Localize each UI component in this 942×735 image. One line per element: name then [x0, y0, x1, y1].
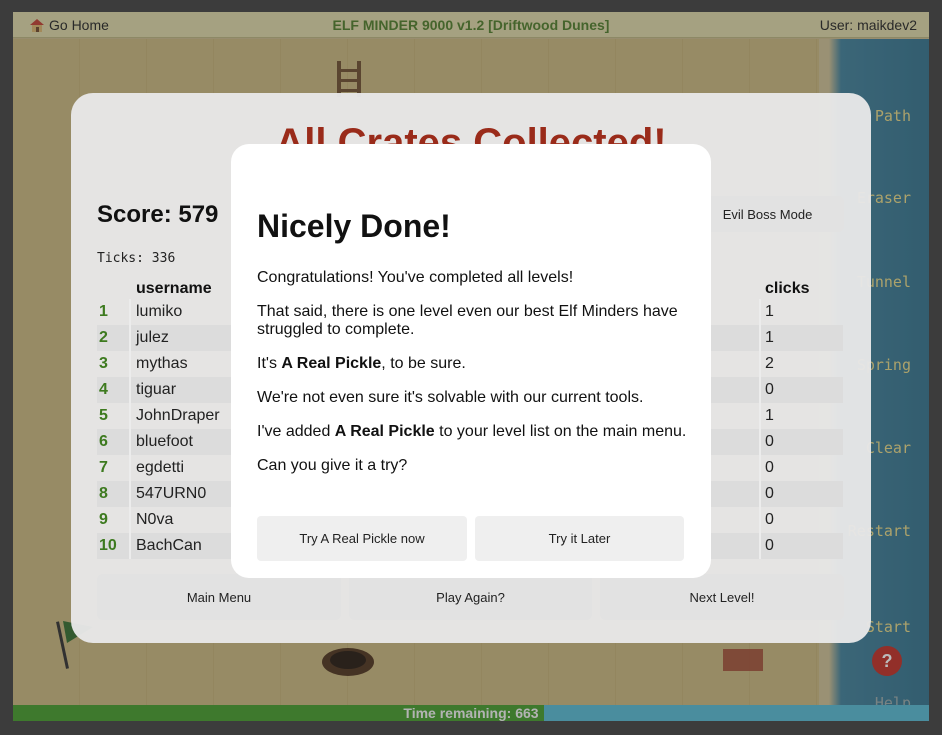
modal-paragraph: I've added A Real Pickle to your level l…	[257, 423, 697, 441]
clicks-cell: 0	[765, 459, 774, 476]
username-cell: bluefoot	[136, 433, 193, 450]
username-cell: julez	[136, 329, 169, 346]
rank-cell: 7	[99, 459, 108, 476]
ticks-label: Ticks: 336	[97, 251, 176, 266]
clicks-cell: 1	[765, 407, 774, 424]
column-divider	[129, 429, 131, 455]
level-name-emphasis: A Real Pickle	[281, 355, 382, 372]
username-cell: JohnDraper	[136, 407, 220, 424]
column-header-username: username	[136, 280, 212, 297]
column-divider	[129, 533, 131, 559]
column-divider	[759, 455, 761, 481]
column-divider	[129, 403, 131, 429]
modal-paragraph: Congratulations! You've completed all le…	[257, 269, 574, 286]
username-cell: tiguar	[136, 381, 177, 398]
modal-paragraph: That said, there is one level even our b…	[257, 303, 678, 338]
column-divider	[129, 507, 131, 533]
column-divider	[129, 481, 131, 507]
username-cell: BachCan	[136, 537, 202, 554]
next-level-button[interactable]: Next Level!	[600, 574, 844, 620]
modal-text: , to be sure.	[381, 355, 466, 372]
rank-cell: 2	[99, 329, 108, 346]
clicks-cell: 2	[765, 355, 774, 372]
rank-cell: 10	[99, 537, 117, 554]
username-cell: lumiko	[136, 303, 183, 320]
column-divider	[759, 403, 761, 429]
try-real-pickle-now-button[interactable]: Try A Real Pickle now	[257, 516, 467, 561]
column-divider	[129, 455, 131, 481]
rank-cell: 5	[99, 407, 108, 424]
clicks-cell: 1	[765, 329, 774, 346]
modal-paragraph: It's A Real Pickle, to be sure.	[257, 355, 697, 373]
column-divider	[129, 351, 131, 377]
username-cell: egdetti	[136, 459, 185, 476]
try-later-button[interactable]: Try it Later	[475, 516, 684, 561]
clicks-cell: 0	[765, 511, 774, 528]
main-menu-button[interactable]: Main Menu	[97, 574, 341, 620]
modal-paragraph: We're not even sure it's solvable with o…	[257, 389, 644, 406]
modal-title: Nicely Done!	[257, 208, 451, 244]
column-divider	[759, 377, 761, 403]
modal-text: I've added	[257, 423, 335, 440]
clicks-cell: 0	[765, 433, 774, 450]
modal-paragraph: Can you give it a try?	[257, 457, 408, 474]
column-divider	[759, 351, 761, 377]
completion-modal: Nicely Done! Congratulations! You've com…	[231, 144, 711, 578]
username-cell: N0va	[136, 511, 174, 528]
column-divider	[129, 299, 131, 325]
evil-boss-mode-button[interactable]: Evil Boss Mode	[691, 196, 844, 232]
clicks-cell: 0	[765, 485, 774, 502]
rank-cell: 8	[99, 485, 108, 502]
clicks-cell: 0	[765, 381, 774, 398]
rank-cell: 9	[99, 511, 108, 528]
rank-cell: 6	[99, 433, 108, 450]
column-divider	[759, 299, 761, 325]
rank-cell: 4	[99, 381, 108, 398]
column-divider	[759, 533, 761, 559]
clicks-cell: 0	[765, 537, 774, 554]
column-divider	[129, 377, 131, 403]
rank-cell: 3	[99, 355, 108, 372]
column-header-clicks: clicks	[765, 280, 810, 297]
modal-body: Congratulations! You've completed all le…	[257, 269, 697, 491]
column-divider	[759, 481, 761, 507]
rank-cell: 1	[99, 303, 108, 320]
modal-text: It's	[257, 355, 282, 372]
clicks-cell: 1	[765, 303, 774, 320]
column-divider	[759, 429, 761, 455]
column-divider	[759, 507, 761, 533]
level-name-emphasis: A Real Pickle	[334, 423, 435, 440]
modal-text: to your level list on the main menu.	[434, 423, 687, 440]
play-again-button[interactable]: Play Again?	[349, 574, 592, 620]
username-cell: mythas	[136, 355, 188, 372]
username-cell: 547URN0	[136, 485, 207, 502]
score-label: Score: 579	[97, 201, 219, 228]
column-divider	[759, 325, 761, 351]
column-divider	[129, 325, 131, 351]
